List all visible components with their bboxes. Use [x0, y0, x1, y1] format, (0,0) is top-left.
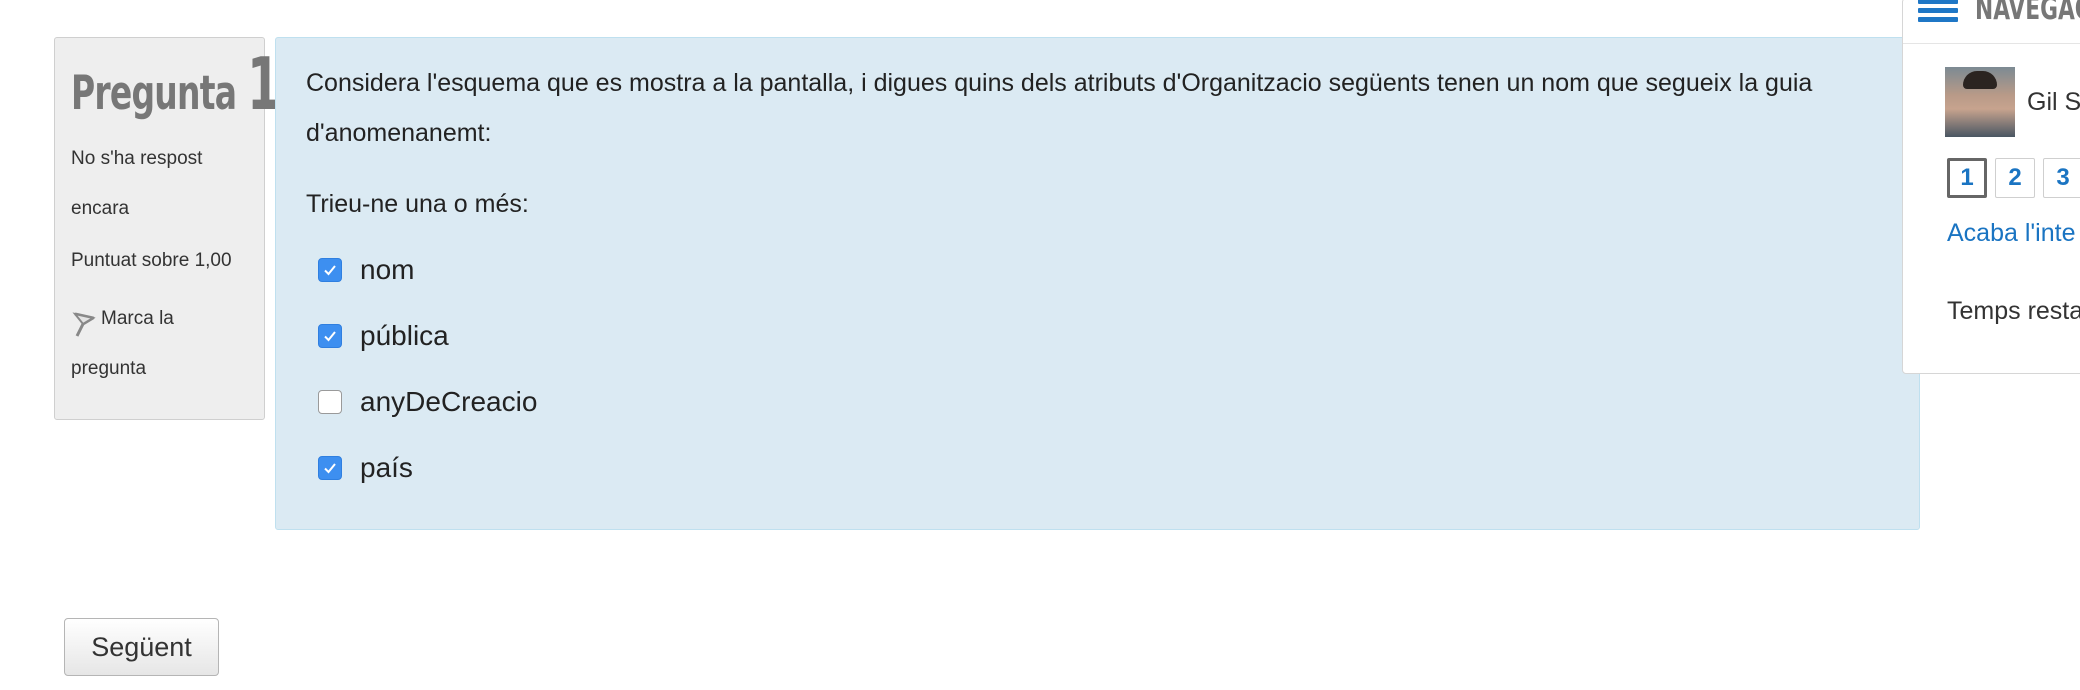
question-nav-button[interactable]: 1 — [1947, 158, 1987, 198]
answer-checkbox[interactable] — [318, 390, 342, 414]
avatar — [1945, 67, 2015, 137]
question-info: Pregunta 1 No s'ha respost encara Puntuat… — [54, 37, 281, 420]
finish-attempt-link[interactable]: Acaba l'inte — [1947, 219, 2075, 248]
answer-checkbox[interactable] — [318, 324, 342, 348]
answer-label[interactable]: anyDeCreacio — [360, 386, 537, 418]
answer-label[interactable]: país — [360, 452, 413, 484]
answer-label[interactable]: nom — [360, 254, 414, 286]
next-button[interactable]: Següent — [64, 618, 219, 676]
answer-label[interactable]: pública — [360, 320, 449, 352]
menu-icon[interactable] — [1918, 0, 1958, 23]
time-remaining: Temps resta — [1947, 297, 2080, 325]
question-text: Considera l'esquema que es mostra a la p… — [306, 69, 1813, 147]
flag-question-toggle[interactable]: Marca la pregunta — [71, 294, 248, 394]
question-nav-buttons: 1 2 3 — [1947, 158, 2080, 198]
question-title: Pregunta 1 — [71, 42, 281, 126]
quiz-navigation-panel: NAVEGACIÓ Gil S 1 2 3 Acaba l'inte Temps… — [1902, 0, 2080, 374]
navigation-header: NAVEGACIÓ — [1903, 0, 2080, 44]
flag-icon — [72, 312, 96, 337]
user-info: Gil S — [1945, 67, 2080, 137]
answer-prompt: Trieu-ne una o més: — [306, 190, 529, 218]
question-title-word: Pregunta — [71, 66, 237, 121]
question-state: No s'ha respost encara — [71, 148, 203, 219]
answer-option[interactable]: nom — [306, 237, 1889, 303]
checkmark-icon — [324, 265, 336, 276]
question-grade: Puntuat sobre 1,00 — [71, 250, 232, 271]
cut-off-text-strip — [0, 0, 1900, 6]
checkmark-icon — [324, 463, 336, 474]
user-name[interactable]: Gil S — [2027, 88, 2080, 117]
answer-option[interactable]: anyDeCreacio — [306, 369, 1889, 435]
navigation-title: NAVEGACIÓ — [1975, 0, 2080, 27]
question-nav-button[interactable]: 2 — [1995, 158, 2035, 198]
answer-option[interactable]: país — [306, 435, 1889, 501]
checkmark-icon — [324, 331, 336, 342]
answer-option[interactable]: pública — [306, 303, 1889, 369]
question-nav-button[interactable]: 3 — [2043, 158, 2080, 198]
answer-list: nom pública anyDeCreacio país — [306, 237, 1889, 501]
answer-checkbox[interactable] — [318, 258, 342, 282]
question-content: Considera l'esquema que es mostra a la p… — [275, 37, 1920, 530]
answer-checkbox[interactable] — [318, 456, 342, 480]
